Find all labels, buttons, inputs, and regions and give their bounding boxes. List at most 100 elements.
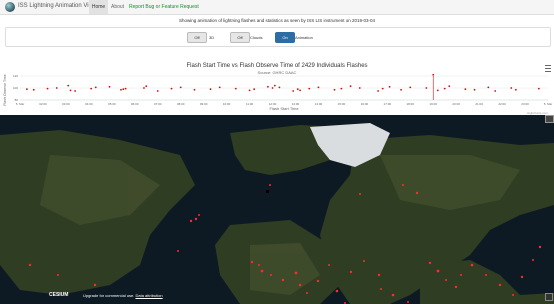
flash-point[interactable] (170, 87, 173, 90)
flash-point[interactable] (537, 87, 540, 90)
flash-point[interactable] (443, 87, 446, 90)
flash-point[interactable] (124, 87, 127, 90)
flash-point[interactable] (317, 86, 320, 89)
x-tick-label: 12:00 (269, 102, 277, 106)
toggle-clouds[interactable]: Off (230, 32, 250, 43)
globe-view[interactable] (0, 115, 554, 304)
flash-point[interactable] (253, 88, 256, 91)
toggle-animation-label: Animation (295, 35, 313, 40)
x-tick-label: 04:00 (85, 102, 93, 106)
flash-point[interactable] (494, 90, 497, 92)
x-tick-label: 19:00 (429, 102, 437, 106)
x-tick-label: 03:00 (62, 102, 70, 106)
flash-point[interactable] (340, 87, 343, 90)
flash-point[interactable] (267, 85, 269, 88)
x-tick-label: 23:00 (521, 102, 529, 106)
y-axis-label: Flash Observe Time (3, 74, 7, 105)
x-tick-label: 20:00 (452, 102, 460, 106)
flash-point[interactable] (487, 86, 490, 89)
flash-point[interactable] (377, 90, 380, 92)
flash-point[interactable] (218, 86, 221, 89)
flash-point[interactable] (271, 87, 274, 89)
x-tick-label: 07:00 (154, 102, 162, 106)
flash-point[interactable] (514, 88, 517, 91)
flash-point[interactable] (145, 85, 148, 88)
y-tick-label: 120 (13, 74, 18, 78)
navbar: ISS Lightning Animation Viewer Home Abou… (0, 0, 554, 15)
flash-point[interactable] (296, 88, 299, 91)
x-tick-label: 06:00 (131, 102, 139, 106)
flash-point[interactable] (448, 85, 451, 88)
toggle-3d[interactable]: Off (187, 32, 207, 43)
flash-point[interactable] (273, 84, 276, 87)
flash-point[interactable] (108, 85, 111, 88)
flash-time-chart: Flash Observe Time Flash Start Time 120 1… (3, 73, 553, 111)
flash-point[interactable] (400, 88, 402, 91)
flash-point[interactable] (409, 86, 412, 89)
x-tick-label: 17:00 (384, 102, 392, 106)
app-logo-icon (5, 2, 15, 12)
flash-point[interactable] (473, 88, 476, 91)
nav-about[interactable]: About (111, 0, 124, 14)
toggle-animation[interactable]: On (275, 32, 295, 43)
flash-point[interactable] (464, 88, 467, 91)
x-tick-label: 10:00 (223, 102, 231, 106)
flash-point[interactable] (55, 87, 58, 89)
x-tick-label: 14:00 (315, 102, 323, 106)
flash-point[interactable] (436, 89, 439, 92)
flash-point[interactable] (381, 87, 384, 90)
x-tick-label: 5. Mar (16, 102, 25, 106)
flash-point[interactable] (25, 88, 28, 91)
flash-point[interactable] (209, 88, 212, 91)
flash-point[interactable] (179, 86, 182, 89)
x-tick-label: 09:00 (200, 102, 208, 106)
flash-point[interactable] (299, 89, 301, 92)
controls-panel: Off 3D Off Clouds On Animation (5, 27, 551, 47)
flash-point[interactable] (278, 86, 281, 89)
flash-point[interactable] (425, 87, 428, 89)
flash-point[interactable] (193, 88, 196, 91)
flash-point[interactable] (90, 87, 93, 90)
x-tick-label: 5. Mar (544, 102, 553, 106)
x-axis-label: Flash Start Time (269, 106, 299, 111)
toggle-3d-label: 3D (209, 35, 215, 40)
nav-home[interactable]: Home (89, 0, 108, 14)
x-tick-label: 05:00 (108, 102, 116, 106)
flash-point[interactable] (74, 90, 76, 92)
flash-point[interactable] (234, 87, 237, 90)
flash-point[interactable] (358, 87, 361, 89)
flash-point[interactable] (510, 87, 513, 89)
x-tick-label: 02:00 (39, 102, 47, 106)
globe-toolbar-icon[interactable] (545, 115, 554, 123)
flash-point[interactable] (94, 86, 97, 89)
flash-point[interactable] (432, 73, 435, 76)
flash-point[interactable] (143, 87, 145, 89)
flash-point[interactable] (388, 85, 391, 88)
toggle-clouds-label: Clouds (250, 35, 263, 40)
flash-point[interactable] (69, 89, 72, 92)
flash-point[interactable] (46, 87, 49, 90)
fullscreen-icon[interactable] (545, 293, 553, 301)
flash-point[interactable] (333, 88, 336, 91)
x-tick-label: 11:00 (246, 102, 254, 106)
x-tick-label: 22:00 (498, 102, 506, 106)
nav-report-bug[interactable]: Report Bug or Feature Request (129, 0, 199, 14)
data-attribution-link[interactable]: Data attribution (135, 293, 162, 298)
flash-point[interactable] (248, 89, 251, 92)
cesium-logo[interactable]: CESIUM (49, 292, 68, 298)
flash-point[interactable] (292, 90, 295, 92)
sun-marker (266, 190, 269, 193)
flash-point[interactable] (308, 87, 311, 90)
x-tick-label: 18:00 (407, 102, 415, 106)
flash-point[interactable] (122, 88, 125, 91)
flash-point[interactable] (156, 90, 159, 92)
x-tick-label: 16:00 (361, 102, 369, 106)
flash-point[interactable] (120, 88, 122, 91)
flash-point[interactable] (67, 84, 70, 87)
status-text: Showing animation of lightning flashes a… (178, 18, 376, 23)
x-tick-label: 13:00 (292, 102, 300, 106)
x-tick-label: 21:00 (475, 102, 483, 106)
flash-point[interactable] (349, 85, 352, 88)
x-tick-label: 08:00 (177, 102, 185, 106)
flash-point[interactable] (32, 88, 35, 91)
